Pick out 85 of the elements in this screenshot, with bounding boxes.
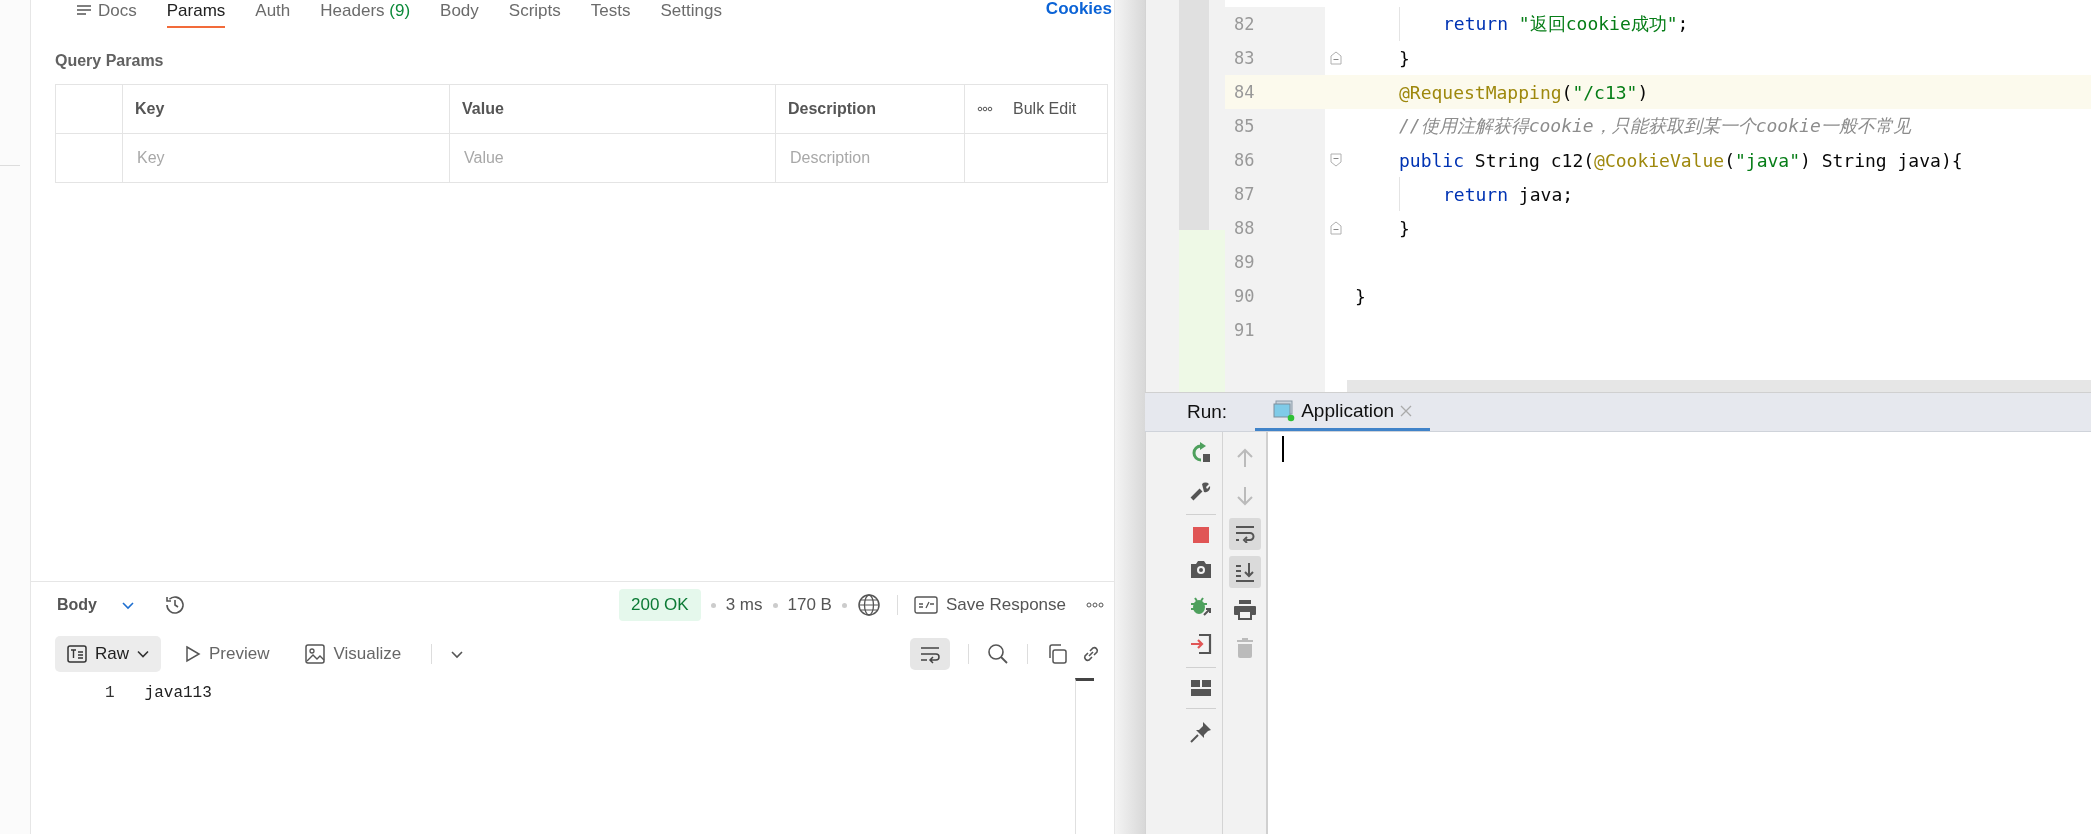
- section-title: Query Params: [55, 52, 165, 70]
- column-header: Description: [788, 100, 876, 118]
- request-tab[interactable]: Settings: [660, 0, 722, 28]
- table-input-field[interactable]: Value: [462, 148, 775, 168]
- copy-icon[interactable]: [1046, 643, 1068, 665]
- cookies-link[interactable]: Cookies: [1045, 0, 1112, 17]
- response-time: 3 ms: [725, 595, 763, 615]
- request-tab[interactable]: Docs: [76, 0, 137, 28]
- line-number: 87: [1225, 177, 1325, 211]
- soft-wrap-button[interactable]: [1228, 518, 1261, 550]
- request-tab[interactable]: Params: [166, 0, 226, 28]
- table-input-field[interactable]: Description: [788, 148, 964, 168]
- line-number: 84: [1233, 81, 1256, 104]
- response-text: java113: [144, 684, 212, 702]
- globe-icon[interactable]: [856, 593, 881, 617]
- table-input-field[interactable]: Key: [135, 148, 449, 168]
- wrap-lines-icon: [918, 644, 942, 664]
- bulk-edit-button[interactable]: Bulk Edit: [1013, 100, 1077, 118]
- code-line: @RequestMapping("/c13"): [1399, 81, 1649, 103]
- play-icon: [185, 645, 201, 663]
- more-icon[interactable]: [1086, 602, 1104, 608]
- arrow-down-icon: [1235, 486, 1254, 506]
- line-number: 1: [105, 684, 115, 702]
- code-line: }: [1355, 285, 1366, 307]
- more-icon[interactable]: [977, 106, 993, 112]
- text-icon: [67, 645, 87, 663]
- save-response-button[interactable]: Save Response: [913, 595, 1076, 615]
- bug-icon[interactable]: [1189, 595, 1212, 617]
- format-dropdown[interactable]: Raw: [55, 636, 161, 672]
- wrap-lines-button[interactable]: [910, 638, 950, 670]
- scrollbar[interactable]: [1075, 678, 1094, 834]
- chevron-down-icon[interactable]: [121, 600, 135, 610]
- line-number: 91: [1225, 313, 1325, 347]
- chevron-down-icon[interactable]: [450, 649, 465, 659]
- panel-label: Run:: [1187, 401, 1228, 423]
- code-line: return java;: [1443, 183, 1574, 205]
- layout-icon[interactable]: [1190, 680, 1211, 696]
- line-number: 83: [1225, 41, 1325, 75]
- arrow-up-icon: [1235, 448, 1254, 468]
- request-tab[interactable]: Body: [440, 0, 479, 28]
- scrollbar[interactable]: [1347, 380, 2091, 392]
- request-tab[interactable]: Scripts: [508, 0, 561, 28]
- line-number: 85: [1225, 109, 1325, 143]
- example-icon: [913, 596, 938, 614]
- chevron-down-icon: [137, 650, 149, 658]
- wrench-icon[interactable]: [1189, 480, 1212, 502]
- stop-icon[interactable]: [1192, 527, 1209, 543]
- pin-icon[interactable]: [1189, 721, 1212, 743]
- scrollbar-thumb[interactable]: [1179, 0, 1209, 230]
- view-button[interactable]: Visualize: [293, 644, 414, 664]
- column-header: Value: [462, 100, 504, 118]
- code-line: public String c12(@CookieValue("java") String java){: [1399, 149, 1963, 171]
- code-line: //使用注解获得cookie，只能获取到某一个cookie一般不常见: [1399, 114, 1911, 138]
- body-label: Body: [57, 596, 97, 614]
- window-icon: [1273, 399, 1296, 422]
- code-line: }: [1399, 217, 1410, 239]
- line-number: 86: [1225, 143, 1325, 177]
- fold-icon[interactable]: [1330, 51, 1342, 65]
- code-line: }: [1399, 47, 1410, 69]
- lines-icon: [76, 4, 92, 16]
- view-button[interactable]: Preview: [173, 644, 282, 664]
- request-tab[interactable]: Auth: [255, 0, 291, 28]
- printer-icon: [1233, 600, 1256, 620]
- scroll-to-end-icon: [1234, 562, 1255, 582]
- scroll-to-end-button[interactable]: [1228, 556, 1261, 588]
- image-icon: [305, 644, 326, 664]
- status-badge: 200 OK: [619, 589, 701, 621]
- code-line: return "返回cookie成功";: [1443, 12, 1689, 36]
- wrap-lines-icon: [1234, 525, 1255, 543]
- fold-icon[interactable]: [1330, 221, 1342, 235]
- camera-icon[interactable]: [1189, 559, 1212, 579]
- trash-icon: [1236, 638, 1253, 658]
- line-number: 90: [1225, 279, 1325, 313]
- line-number: 89: [1225, 245, 1325, 279]
- fold-icon[interactable]: [1330, 153, 1342, 167]
- column-header: Key: [135, 100, 165, 118]
- request-tab[interactable]: Tests: [590, 0, 631, 28]
- line-number: 88: [1225, 211, 1325, 245]
- line-number: 82: [1225, 7, 1325, 41]
- enter-icon[interactable]: [1189, 633, 1212, 655]
- run-tab[interactable]: Application: [1255, 393, 1431, 431]
- request-tab[interactable]: Headers (9): [320, 0, 411, 28]
- search-icon[interactable]: [987, 643, 1009, 665]
- history-icon[interactable]: [163, 593, 187, 617]
- response-size: 170 B: [787, 595, 832, 615]
